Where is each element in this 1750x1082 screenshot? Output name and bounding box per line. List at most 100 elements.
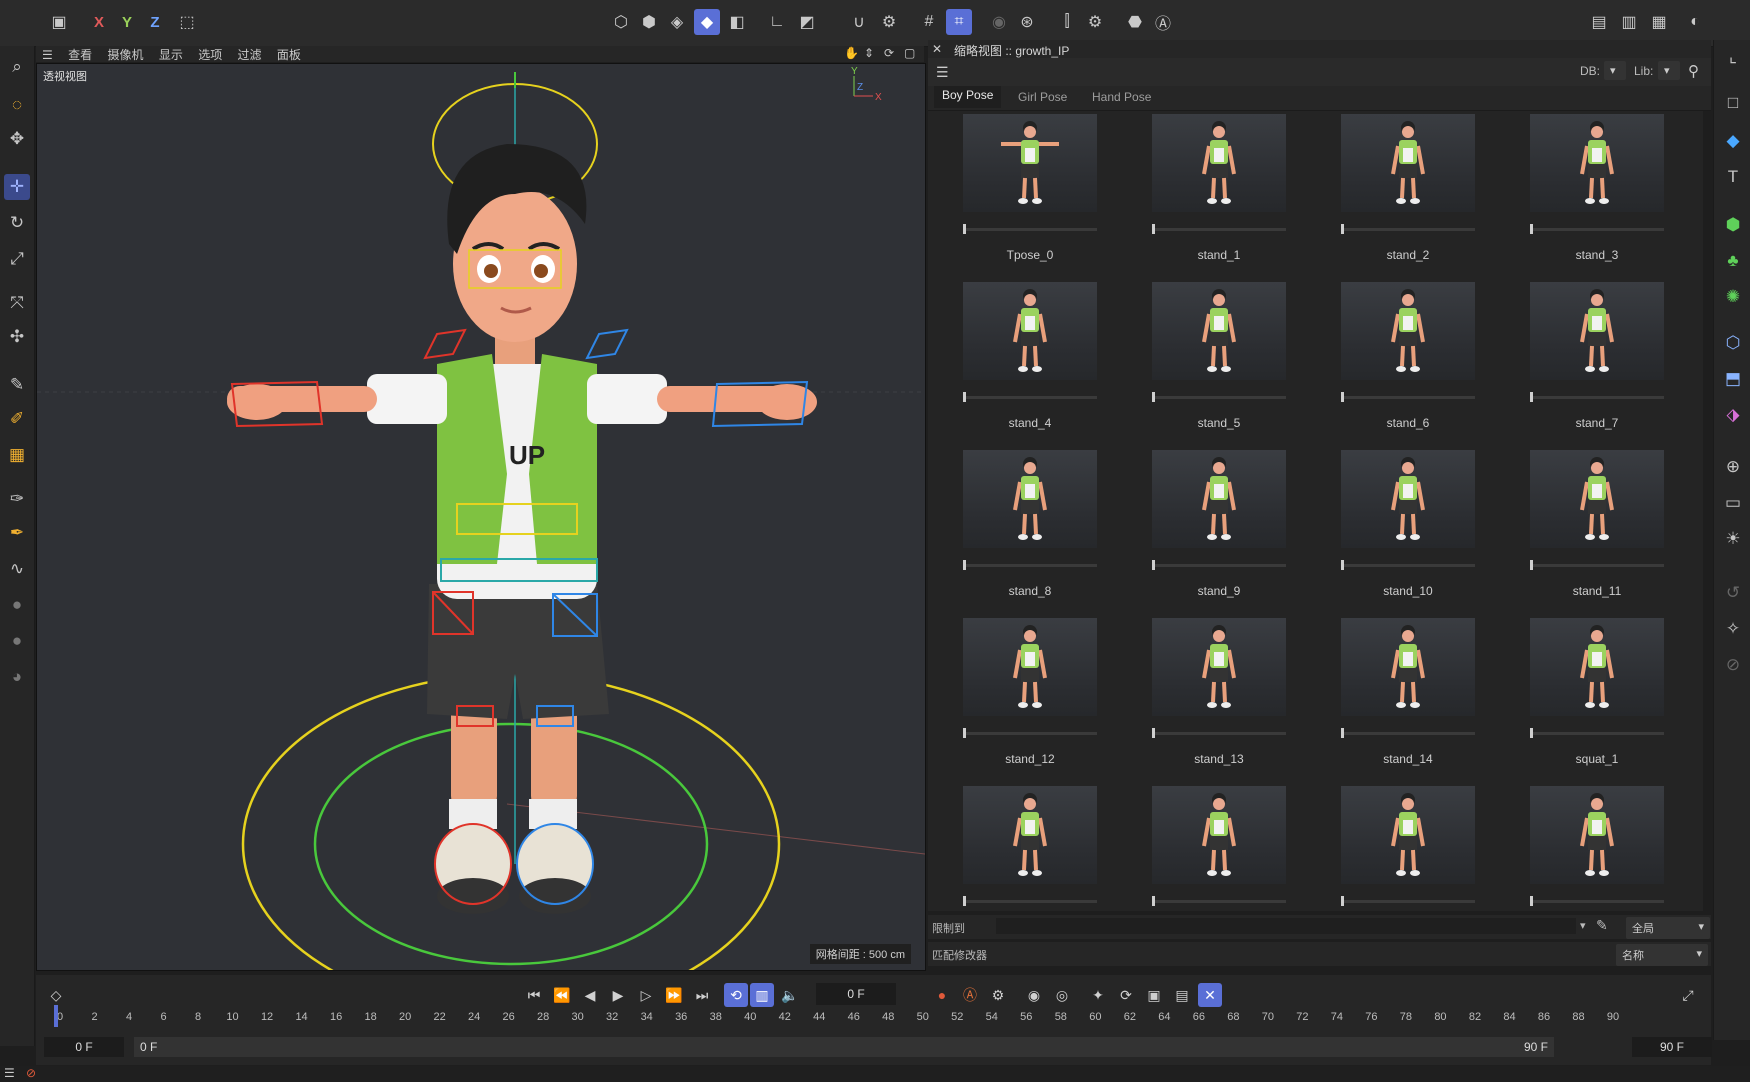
edges-mode-icon[interactable]: ⬢ [636, 9, 662, 35]
pose-blend-knob[interactable] [1341, 224, 1344, 234]
pose-blend-knob[interactable] [1530, 224, 1533, 234]
pose-blend-slider[interactable] [1530, 564, 1664, 567]
menu-camera[interactable]: 摄像机 [107, 48, 143, 62]
pose-item[interactable]: stand_7 [1530, 282, 1664, 432]
lock-icon[interactable]: ⬣ [1122, 9, 1148, 35]
panel-menu-icon[interactable]: ☰ [936, 64, 949, 81]
field-icon[interactable]: ⬒ [1720, 366, 1746, 392]
coordinates-icon[interactable]: ⌞ [1720, 44, 1746, 70]
edit-render-settings-icon[interactable]: ▦ [1646, 9, 1672, 35]
search-icon[interactable]: ⌕ [4, 54, 30, 80]
pose-blend-slider[interactable] [963, 732, 1097, 735]
render-settings-icon[interactable]: ⊛ [1014, 9, 1040, 35]
environment-icon[interactable]: ⊕ [1720, 454, 1746, 480]
coordinate-system-icon[interactable]: ⬚ [174, 9, 200, 35]
transform-icon[interactable]: ⤧ [4, 290, 30, 316]
pose-blend-knob[interactable] [1341, 560, 1344, 570]
pose-blend-slider[interactable] [963, 396, 1097, 399]
auto-key-icon[interactable]: Ⓐ [1150, 9, 1176, 35]
knife-icon[interactable]: ✒ [4, 520, 30, 546]
pose-blend-knob[interactable] [1152, 896, 1155, 906]
pose-item[interactable]: stand_8 [963, 450, 1097, 600]
pose-item[interactable] [1152, 786, 1286, 911]
material-icon[interactable]: ◕ [4, 664, 30, 690]
menu-view[interactable]: 查看 [68, 48, 92, 62]
spline-brush-icon[interactable]: ✐ [4, 406, 30, 432]
status-menu-icon[interactable]: ☰ [4, 1066, 15, 1080]
menu-filter[interactable]: 过滤 [238, 48, 262, 62]
layout-icon[interactable]: ◐ [1682, 9, 1708, 35]
pose-blend-slider[interactable] [1530, 228, 1664, 231]
end-frame-field[interactable]: 90 F [1632, 1037, 1712, 1057]
pose-blend-slider[interactable] [1152, 900, 1286, 903]
axis-y-toggle[interactable]: Y [114, 9, 140, 35]
maximize-icon[interactable]: ▢ [904, 46, 915, 60]
light-icon[interactable]: ☀ [1720, 526, 1746, 552]
limit-scope-dropdown[interactable]: 全局 ▾ [1626, 917, 1710, 939]
pose-blend-knob[interactable] [1341, 728, 1344, 738]
axis-x-toggle[interactable]: X [86, 9, 112, 35]
pose-item[interactable]: stand_11 [1530, 450, 1664, 600]
db-dropdown[interactable]: ▾ [1604, 61, 1626, 80]
gear-deformer-icon[interactable]: ✺ [1720, 284, 1746, 310]
pose-blend-slider[interactable] [1341, 564, 1475, 567]
move-icon[interactable]: ✛ [4, 174, 30, 200]
tag-icon[interactable]: ⬡ [1720, 330, 1746, 356]
subdivision-icon[interactable]: ⬢ [1720, 212, 1746, 238]
pose-blend-slider[interactable] [1530, 396, 1664, 399]
render-picture-icon[interactable]: ▥ [1616, 9, 1642, 35]
range-slider[interactable]: 0 F 90 F [134, 1037, 1554, 1057]
menu-options[interactable]: 选项 [198, 48, 222, 62]
pose-blend-knob[interactable] [1341, 896, 1344, 906]
pose-blend-slider[interactable] [963, 564, 1097, 567]
pose-blend-knob[interactable] [1530, 728, 1533, 738]
texture-axis-icon[interactable]: ◩ [794, 9, 820, 35]
cubes-icon[interactable]: ▦ [4, 442, 30, 468]
spline-pen-icon[interactable]: ✎ [4, 372, 30, 398]
pose-item[interactable] [1341, 786, 1475, 911]
pose-item[interactable]: stand_10 [1341, 450, 1475, 600]
pose-item[interactable] [963, 786, 1097, 911]
pose-item[interactable] [1530, 786, 1664, 911]
pose-blend-slider[interactable] [1530, 732, 1664, 735]
tab-girl-pose[interactable]: Girl Pose [1018, 90, 1067, 104]
workplane-icon[interactable]: ⌗ [946, 9, 972, 35]
sculpt-icon[interactable]: ● [4, 592, 30, 618]
eyedropper-icon[interactable]: ✎ [1596, 917, 1608, 934]
axis-z-toggle[interactable]: Z [142, 9, 168, 35]
pose-blend-slider[interactable] [1341, 900, 1475, 903]
pose-blend-slider[interactable] [1341, 732, 1475, 735]
pan-icon[interactable]: ✋ [844, 46, 859, 60]
tab-hand-pose[interactable]: Hand Pose [1092, 90, 1151, 104]
pose-item[interactable]: stand_5 [1152, 282, 1286, 432]
disabled-tool-icon[interactable]: ⊘ [1720, 652, 1746, 678]
pose-item[interactable]: stand_6 [1341, 282, 1475, 432]
pose-blend-knob[interactable] [963, 392, 966, 402]
pose-blend-slider[interactable] [1152, 732, 1286, 735]
menu-box-icon[interactable]: ▣ [46, 9, 72, 35]
pose-blend-slider[interactable] [1341, 396, 1475, 399]
smooth-icon[interactable]: ● [4, 628, 30, 654]
cube-icon[interactable]: ◆ [1720, 128, 1746, 154]
scale-icon[interactable]: ⤢ [4, 246, 30, 272]
match-dropdown[interactable]: 名称 ▾ [1616, 944, 1708, 966]
hamburger-icon[interactable]: ☰ [42, 48, 53, 62]
solo-icon[interactable]: ◉ [986, 9, 1012, 35]
grid-snap-icon[interactable]: # [916, 9, 942, 35]
start-frame-field[interactable]: 0 F [44, 1037, 124, 1057]
tab-boy-pose[interactable]: Boy Pose [934, 86, 1002, 108]
model-mode-icon[interactable]: ◆ [694, 9, 720, 35]
pose-item[interactable]: stand_14 [1341, 618, 1475, 768]
symmetry-icon[interactable]: ⫿ [1054, 9, 1080, 35]
figure-icon[interactable]: ⚲ [1688, 62, 1699, 80]
mograph-icon[interactable]: ⬗ [1720, 402, 1746, 428]
pose-blend-slider[interactable] [1152, 396, 1286, 399]
polygons-mode-icon[interactable]: ◈ [664, 9, 690, 35]
pose-item[interactable]: squat_1 [1530, 618, 1664, 768]
sketch-icon[interactable]: ∿ [4, 556, 30, 582]
pose-blend-knob[interactable] [963, 224, 966, 234]
pose-item[interactable]: stand_4 [963, 282, 1097, 432]
pose-blend-knob[interactable] [1341, 392, 1344, 402]
points-mode-icon[interactable]: ⬡ [608, 9, 634, 35]
pose-blend-knob[interactable] [1530, 896, 1533, 906]
